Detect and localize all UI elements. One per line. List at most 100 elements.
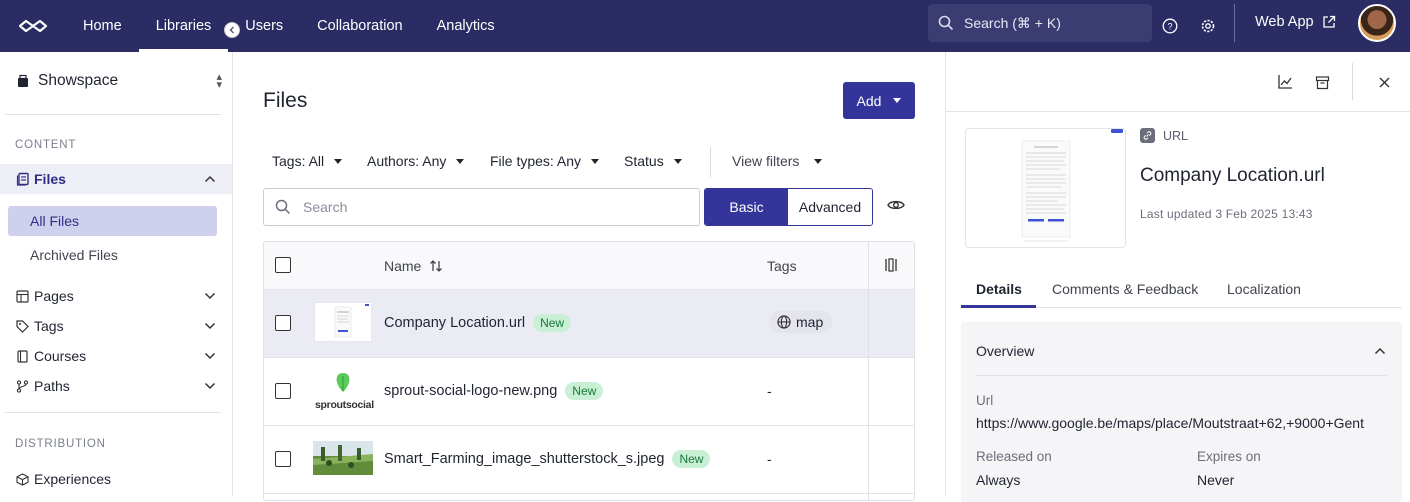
toolbar-divider [1352, 63, 1353, 100]
table-row[interactable]: sproutsocial sprout-social-logo-new.png … [264, 358, 914, 426]
row-checkbox[interactable] [275, 383, 291, 399]
globe-icon [777, 315, 791, 329]
user-avatar[interactable] [1358, 4, 1396, 42]
row-checkbox[interactable] [275, 451, 291, 467]
archive-icon[interactable] [1312, 72, 1332, 92]
nav-libraries[interactable]: Libraries [138, 0, 229, 52]
nav-home[interactable]: Home [66, 0, 139, 52]
web-app-link[interactable]: Web App [1255, 14, 1336, 30]
sidebar-item-files[interactable]: Files [0, 164, 232, 194]
table-header: Name Tags [264, 242, 914, 290]
main-content: Files Add Tags: All Authors: Any File ty… [233, 52, 945, 501]
nav-analytics[interactable]: Analytics [420, 0, 512, 52]
sidebar-item-paths[interactable]: Paths [0, 371, 232, 401]
caret-down-icon [893, 98, 902, 103]
settings-gear-icon[interactable] [1195, 13, 1221, 39]
close-icon[interactable] [1374, 72, 1394, 92]
active-tab-indicator [961, 305, 1036, 308]
sproutsocial-logo-text: sproutsocial [315, 399, 374, 411]
view-filters-label: View filters [732, 153, 800, 169]
caret-down-icon [673, 158, 682, 164]
filter-tags[interactable]: Tags: All [272, 153, 343, 169]
search-icon [938, 15, 954, 31]
tag-chip[interactable]: map [769, 311, 833, 333]
advanced-search-button[interactable]: Advanced [788, 189, 872, 225]
tab-details[interactable]: Details [976, 281, 1022, 297]
global-search-placeholder: Search (⌘ + K) [964, 14, 1061, 31]
sidebar-subitem-all-files[interactable]: All Files [8, 206, 217, 236]
search-mode-toggle: Basic Advanced [704, 188, 873, 226]
panel-toolbar [946, 52, 1410, 112]
files-search-placeholder: Search [303, 199, 348, 215]
file-title: Company Location.url [1140, 165, 1325, 186]
sidebar-item-experiences[interactable]: Experiences [0, 464, 232, 494]
tags-column-header: Tags [767, 258, 797, 274]
caret-down-icon [456, 158, 465, 164]
file-name-cell[interactable]: Smart_Farming_image_shutterstock_s.jpeg … [384, 450, 711, 468]
file-type-text: URL [1163, 128, 1189, 143]
files-icon [16, 172, 30, 186]
sidebar-item-courses[interactable]: Courses [0, 341, 232, 371]
view-filters[interactable]: View filters [732, 153, 823, 169]
url-field-label: Url [976, 393, 994, 408]
details-tabs: Details Comments & Feedback Localization [961, 274, 1402, 308]
sidebar-divider [5, 114, 221, 115]
sidebar-courses-label: Courses [34, 348, 87, 364]
sidebar-item-tags[interactable]: Tags [0, 311, 232, 341]
file-name-cell[interactable]: sprout-social-logo-new.png New [384, 382, 604, 400]
filter-tags-label: Tags: All [272, 153, 325, 169]
tab-localization[interactable]: Localization [1227, 281, 1301, 297]
svg-text:?: ? [1167, 22, 1172, 32]
sidebar-subitem-archived-files[interactable]: Archived Files [8, 240, 217, 270]
filter-file-types[interactable]: File types: Any [490, 153, 600, 169]
filter-authors[interactable]: Authors: Any [367, 153, 465, 169]
global-search-input[interactable]: Search (⌘ + K) [928, 4, 1152, 42]
basic-search-button[interactable]: Basic [705, 189, 788, 225]
released-on-label: Released on [976, 449, 1052, 464]
cube-icon [16, 472, 30, 486]
eye-icon[interactable] [887, 198, 905, 215]
workspace-name: Showspace [38, 72, 119, 89]
add-button-label: Add [856, 92, 882, 109]
pages-icon [16, 289, 30, 303]
filter-divider [710, 147, 711, 177]
nav-collaboration[interactable]: Collaboration [300, 0, 419, 52]
sidebar-item-pages[interactable]: Pages [0, 281, 232, 311]
file-preview[interactable] [965, 128, 1126, 248]
filter-authors-label: Authors: Any [367, 153, 447, 169]
tab-comments-feedback[interactable]: Comments & Feedback [1052, 281, 1198, 297]
columns-settings-icon[interactable] [884, 258, 898, 275]
section-label-content: CONTENT [15, 139, 77, 151]
chevron-up-icon[interactable] [1374, 342, 1386, 358]
overview-section: Overview Url https://www.google.be/maps/… [961, 322, 1402, 502]
tag-chip-label: map [796, 314, 824, 330]
page-title: Files [263, 89, 308, 112]
name-column-header[interactable]: Name [384, 258, 443, 274]
file-name: Company Location.url [384, 315, 526, 331]
topbar-divider [1234, 4, 1235, 42]
filter-status-label: Status [624, 153, 664, 169]
table-row[interactable]: Company Location.url New map [264, 290, 914, 358]
analytics-chart-icon[interactable] [1275, 72, 1295, 92]
add-button[interactable]: Add [843, 82, 915, 119]
row-checkbox[interactable] [275, 315, 291, 331]
select-all-checkbox[interactable] [275, 257, 291, 273]
file-name-cell[interactable]: Company Location.url New [384, 314, 572, 332]
sidebar-collapse-button[interactable] [224, 22, 240, 38]
web-app-label: Web App [1255, 14, 1314, 30]
table-row[interactable]: Smart_Farming_image_shutterstock_s.jpeg … [264, 426, 914, 494]
sidebar-divider [5, 412, 221, 413]
preview-indicator [1111, 129, 1123, 133]
overview-title[interactable]: Overview [976, 343, 1034, 359]
workspace-switcher[interactable]: Showspace ▴ ▾ [16, 71, 222, 91]
workspace-updown-icon: ▴ ▾ [216, 71, 222, 91]
filter-status[interactable]: Status [624, 153, 682, 169]
file-details-panel: URL Company Location.url Last updated 3 … [945, 52, 1410, 502]
logo-icon[interactable] [0, 0, 66, 52]
files-search-input[interactable]: Search [263, 188, 700, 226]
expires-on-value: Never [1197, 472, 1235, 488]
search-icon [275, 199, 291, 215]
help-icon[interactable]: ? [1157, 13, 1183, 39]
new-badge: New [533, 314, 572, 332]
file-name: Smart_Farming_image_shutterstock_s.jpeg [384, 451, 665, 467]
